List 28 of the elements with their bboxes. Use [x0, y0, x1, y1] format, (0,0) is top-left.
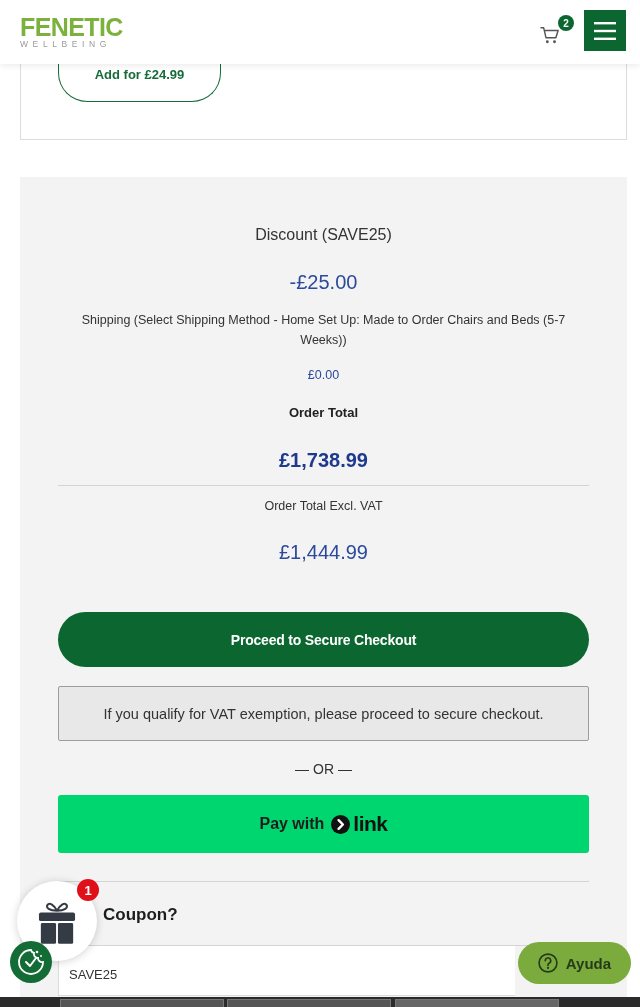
summary-amount: -£25.00 [289, 270, 358, 295]
summary-label: Discount (SAVE25) [255, 225, 392, 245]
chevron-circle-icon [331, 814, 351, 834]
summary-label: Order Total Excl. VAT [264, 498, 383, 515]
cookie-check-icon[interactable] [10, 941, 52, 983]
question-icon [537, 953, 558, 973]
order-total-label: Order Total [288, 404, 359, 422]
vat-notice: If you qualify for VAT exemption, please proceed to secure checkout. [58, 686, 589, 741]
summary-amount: £1,444.99 [279, 540, 368, 565]
or-separator: — OR — [295, 760, 352, 779]
gift-icon [38, 900, 76, 944]
pay-with-link-button[interactable]: Pay with link [58, 795, 589, 853]
coupon-input-field[interactable]: SAVE25 [58, 946, 515, 996]
summary-amount: £0.00 [307, 367, 340, 384]
taskbar-window-thumbnail[interactable] [60, 999, 224, 1007]
menu-button[interactable] [584, 10, 626, 51]
menu-icon [594, 21, 616, 40]
cart-count-badge: 2 [558, 15, 574, 31]
help-button[interactable]: Ayuda [518, 942, 631, 984]
logo-tagline: WELLBEING [20, 39, 111, 50]
taskbar-window-thumbnail[interactable] [227, 999, 391, 1007]
taskbar-window-thumbnail[interactable] [395, 999, 559, 1007]
add-button[interactable]: Add for £24.99 [58, 64, 221, 102]
checkout-button[interactable]: Proceed to Secure Checkout [58, 612, 589, 667]
summary-label: Shipping (Select Shipping Method - Home Set Up: Made to Order Chairs and Beds (5-7 Weeks)) [80, 312, 567, 349]
order-total-amount: £1,738.99 [279, 448, 368, 473]
coupon-heading[interactable]: Coupon? [103, 903, 178, 927]
cart-icon[interactable] [540, 26, 560, 44]
